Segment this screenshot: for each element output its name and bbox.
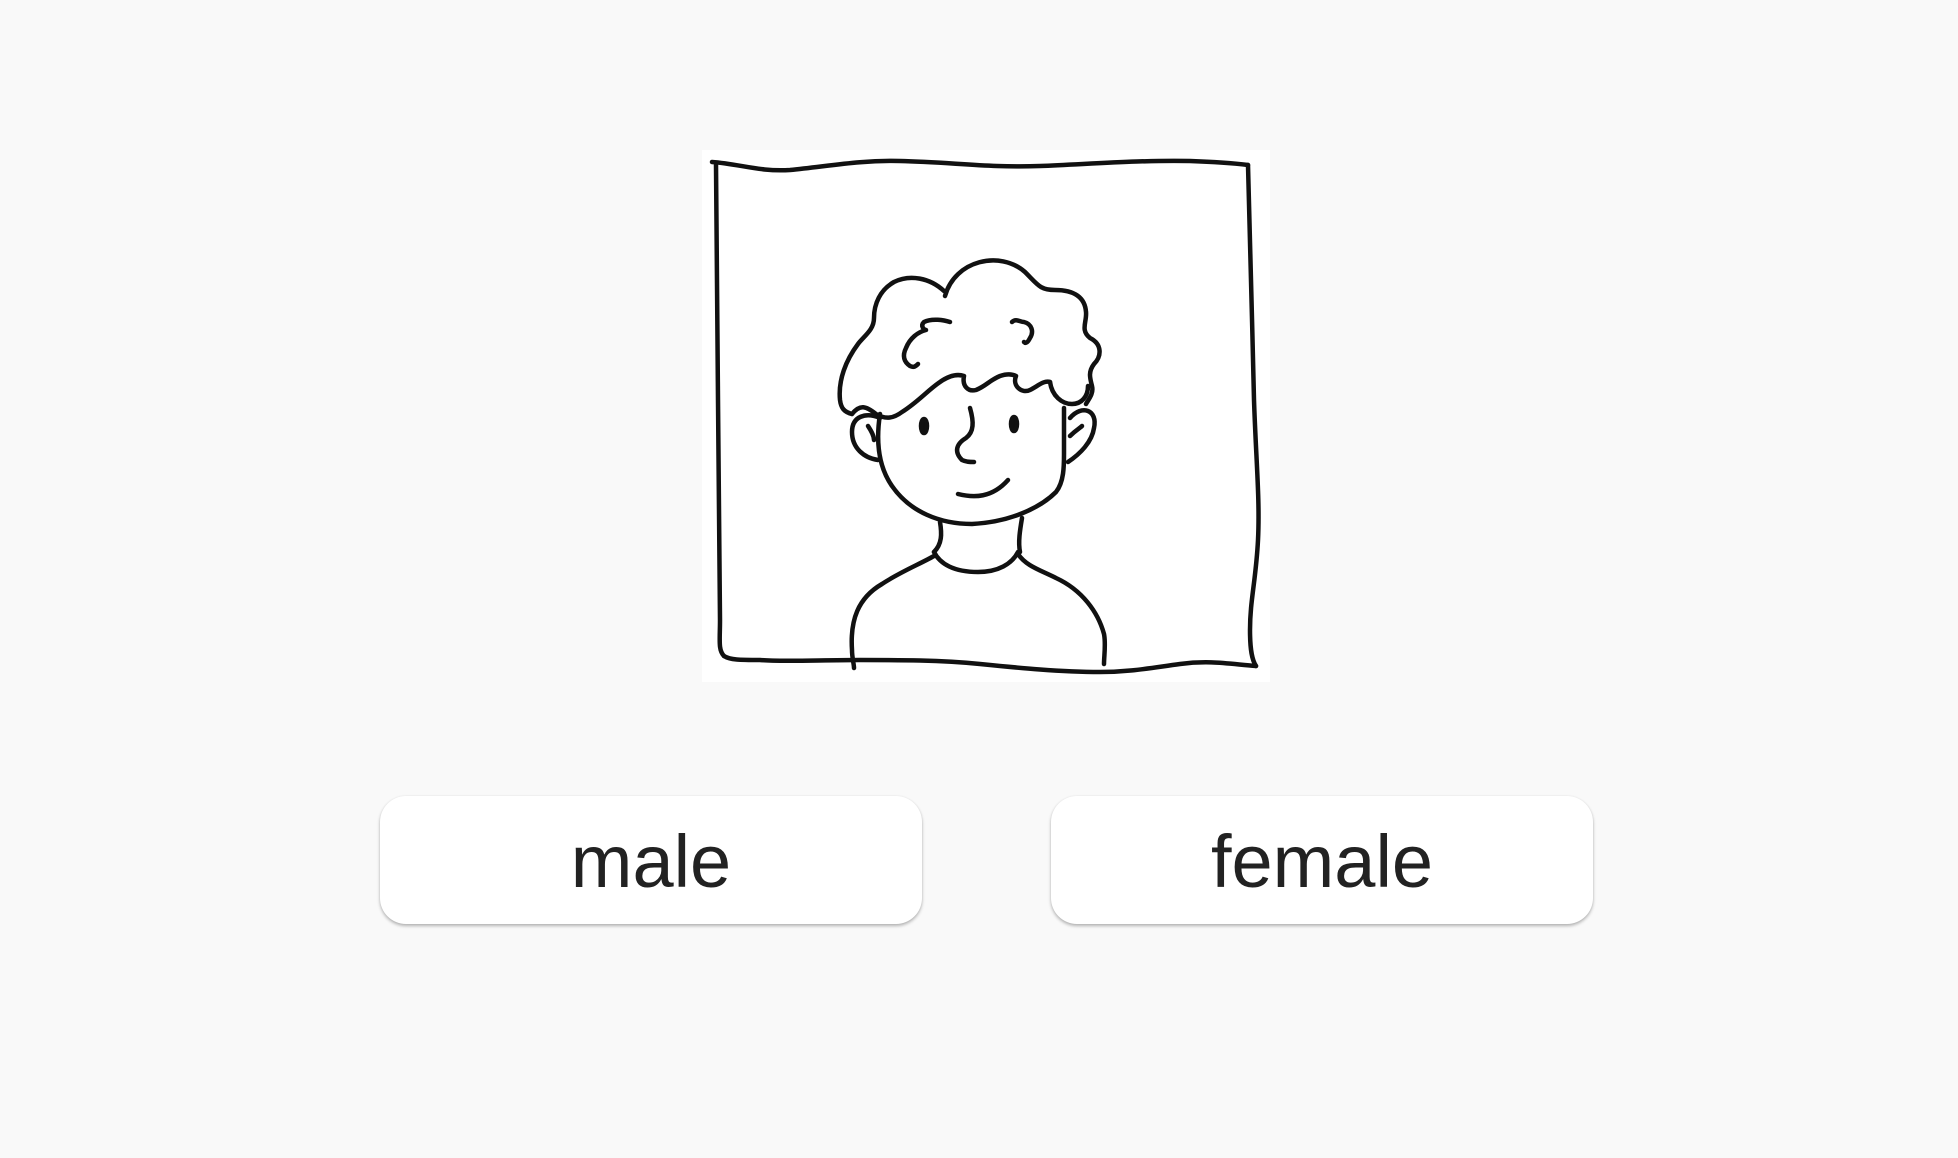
male-option-label: male: [570, 820, 732, 903]
female-option-label: female: [1210, 820, 1434, 903]
female-option-button[interactable]: female: [1051, 796, 1593, 924]
boy-portrait-illustration-icon: [709, 158, 1261, 675]
quiz-screen: male female: [0, 0, 1958, 1158]
male-option-button[interactable]: male: [380, 796, 922, 924]
portrait-image: [702, 150, 1270, 682]
